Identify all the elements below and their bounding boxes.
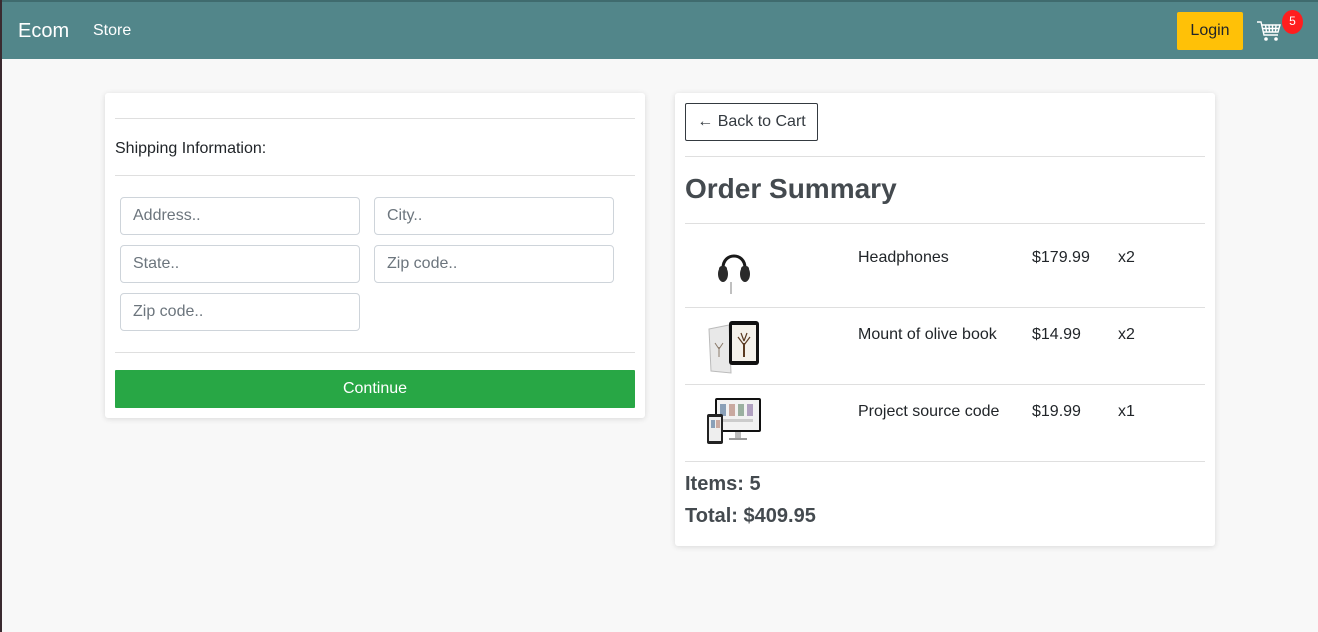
order-summary-title: Order Summary [685,173,897,204]
navbar: Ecom Store Login 5 [2,0,1318,59]
zip-code-input-2[interactable] [120,293,360,331]
item-price: $14.99 [1032,326,1081,343]
shipping-title: Shipping Information: [115,140,267,157]
items-value: 5 [749,473,761,495]
brand-logo[interactable]: Ecom [18,20,69,43]
item-name: Headphones [858,249,949,266]
nav-store-link[interactable]: Store [93,22,131,40]
total-value: $409.95 [743,505,816,527]
item-name: Project source code [858,403,1000,420]
items-count: Items: 5 [685,473,761,496]
order-summary-card: ← Back to Cart Order Summary Headphones … [675,93,1215,546]
shopping-cart-icon[interactable] [1256,18,1282,46]
divider [115,352,635,353]
cart-row: Mount of olive book $14.99 x2 [685,307,1205,384]
item-quantity: x2 [1118,326,1135,343]
cart-count-badge: 5 [1282,10,1303,34]
book-tablet-image [703,315,765,375]
shipping-form-card: Shipping Information: Continue [105,93,645,418]
cart-row: Project source code $19.99 x1 [685,384,1205,461]
total-label: Total: [685,505,738,527]
address-input[interactable] [120,197,360,235]
divider [685,156,1205,157]
item-quantity: x1 [1118,403,1135,420]
devices-image [703,392,765,452]
city-input[interactable] [374,197,614,235]
order-total: Total: $409.95 [685,505,816,528]
items-label: Items: [685,473,744,495]
zip-code-input[interactable] [374,245,614,283]
continue-button[interactable]: Continue [115,370,635,408]
divider [115,175,635,176]
item-name: Mount of olive book [858,326,997,343]
divider [685,461,1205,462]
item-price: $179.99 [1032,249,1090,266]
back-to-cart-button[interactable]: ← Back to Cart [685,103,818,141]
item-price: $19.99 [1032,403,1081,420]
login-button[interactable]: Login [1177,12,1243,50]
headphones-image [703,238,765,298]
state-input[interactable] [120,245,360,283]
item-quantity: x2 [1118,249,1135,266]
divider [685,223,1205,224]
divider [115,118,635,119]
cart-row: Headphones $179.99 x2 [685,230,1205,307]
